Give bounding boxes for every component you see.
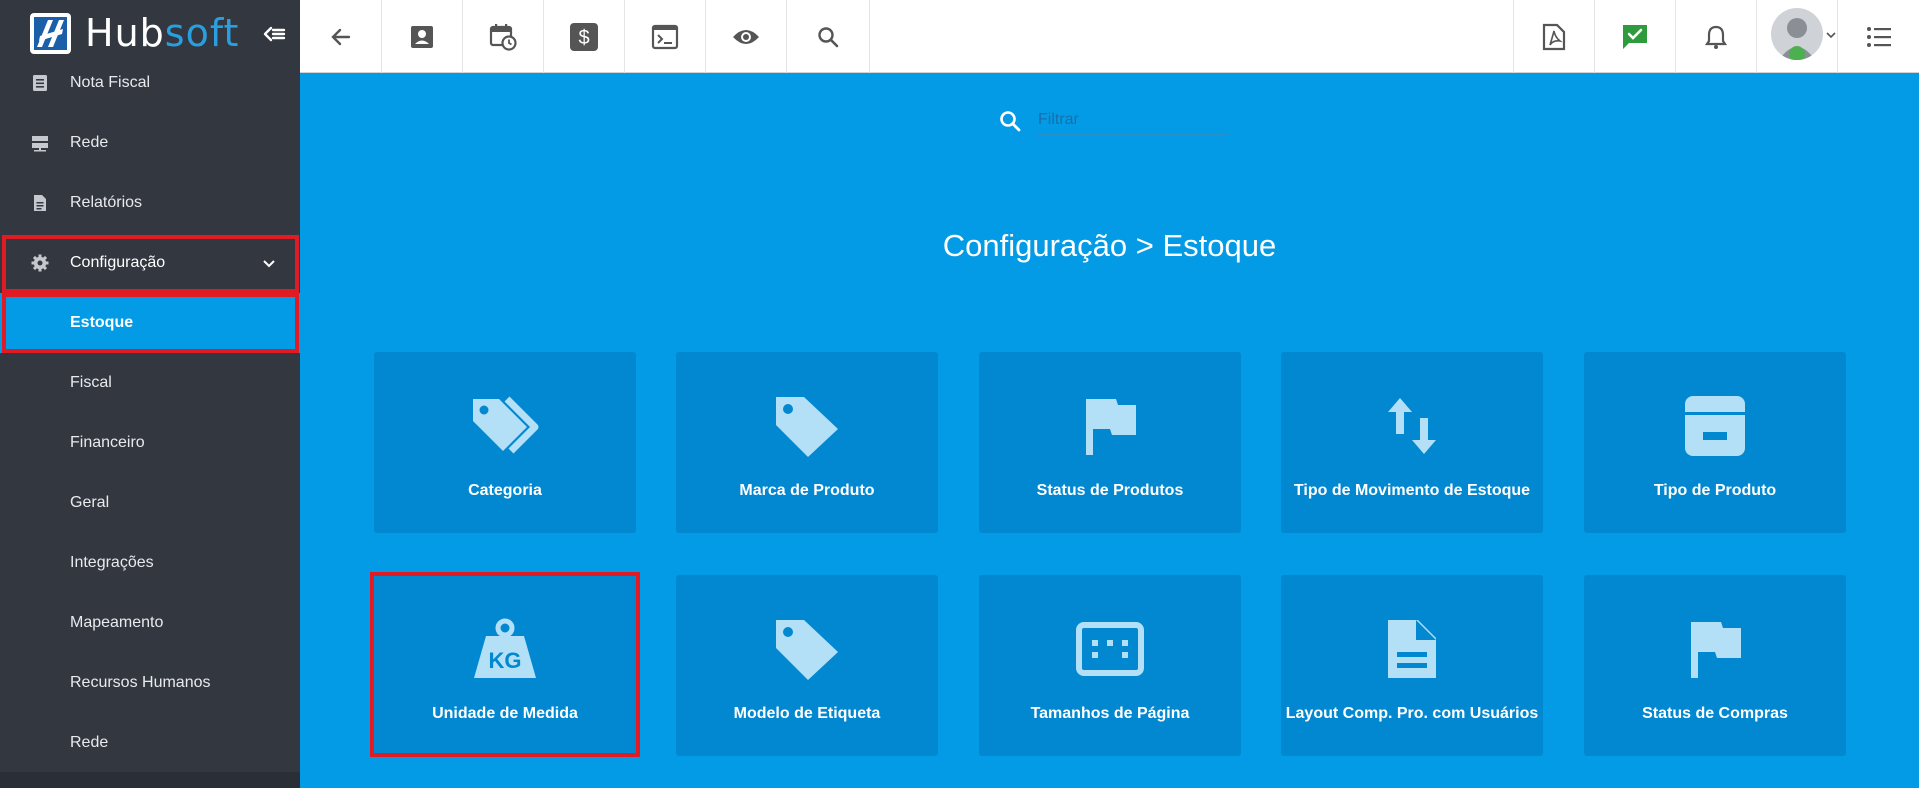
card-modelo-de-etiqueta[interactable]: Modelo de Etiqueta [676, 575, 938, 756]
sidebar-item-label: Estoque [70, 314, 134, 331]
eye-icon [733, 29, 759, 44]
sidebar-item-recursos-humanos[interactable]: Recursos Humanos [0, 653, 300, 713]
sidebar-item-label: Configuração [70, 254, 166, 271]
view-button[interactable] [706, 0, 787, 73]
card-label: Categoria [468, 482, 542, 499]
sidebar-item-label: Integrações [70, 554, 154, 571]
flag-icon [1691, 622, 1741, 678]
sidebar-item-nota-fiscal[interactable]: Nota Fiscal [0, 53, 300, 113]
sidebar-item-label: Nota Fiscal [70, 74, 151, 91]
archive-box-icon [1685, 396, 1745, 456]
back-arrow-icon [330, 28, 350, 45]
card-label: Tipo de Movimento de Estoque [1293, 482, 1531, 499]
pdf-icon [1542, 23, 1566, 50]
sidebar: Hubsoft Nota Fiscal Rede Relatórios Conf… [0, 0, 300, 788]
sidebar-item-mapeamento[interactable]: Mapeamento [0, 593, 300, 653]
search-icon [1000, 111, 1021, 132]
pdf-button[interactable] [1513, 0, 1594, 73]
card-label: Modelo de Etiqueta [733, 705, 881, 722]
card-layout-comp-pro-com-usuarios[interactable]: Layout Comp. Pro. com Usuários [1281, 575, 1543, 756]
messages-button[interactable] [1594, 0, 1675, 73]
file-document-icon [1388, 620, 1436, 678]
dollar-icon: $ [570, 22, 598, 51]
chat-check-icon [1623, 24, 1647, 49]
contacts-button[interactable] [382, 0, 463, 73]
brand-name: Hubsoft [85, 11, 240, 55]
sidebar-item-integracoes[interactable]: Integrações [0, 533, 300, 593]
main-menu-button[interactable] [1837, 0, 1919, 73]
kg-icon-text: KG [489, 648, 522, 673]
card-label: Tamanhos de Página [1030, 705, 1190, 722]
tag-icon [776, 397, 838, 457]
chevron-down-icon [263, 260, 275, 268]
card-tamanhos-de-pagina[interactable]: Tamanhos de Página [979, 575, 1241, 756]
report-icon [34, 195, 46, 211]
finance-button[interactable]: $ [544, 0, 625, 73]
sidebar-item-fiscal[interactable]: Fiscal [0, 353, 300, 413]
sidebar-item-label: Rede [70, 134, 109, 151]
card-tipo-de-movimento-de-estoque[interactable]: Tipo de Movimento de Estoque [1281, 352, 1543, 533]
sidebar-item-label: Relatórios [70, 194, 143, 211]
bell-icon [1704, 25, 1728, 49]
back-button[interactable] [300, 0, 382, 73]
sidebar-item-rede[interactable]: Rede [0, 113, 300, 173]
sidebar-item-label: Mapeamento [70, 614, 164, 631]
search-icon [818, 26, 839, 47]
sidebar-footer-strip [0, 772, 300, 788]
search-button[interactable] [787, 0, 870, 73]
filter-search [998, 103, 1228, 137]
terminal-icon [651, 24, 679, 49]
gear-icon [31, 254, 49, 272]
card-label: Status de Produtos [1036, 482, 1184, 499]
list-menu-icon [1866, 26, 1891, 47]
sidebar-item-geral[interactable]: Geral [0, 473, 300, 533]
filter-input[interactable] [1038, 105, 1228, 135]
server-icon [32, 136, 48, 152]
notifications-button[interactable] [1675, 0, 1756, 73]
tag-icon [776, 620, 838, 680]
chevron-down-icon [1826, 32, 1836, 39]
card-label: Layout Comp. Pro. com Usuários [1285, 705, 1539, 722]
collapse-sidebar-icon[interactable] [262, 22, 286, 46]
sidebar-item-rede-sub[interactable]: Rede [0, 713, 300, 773]
contact-card-icon [411, 25, 433, 48]
page-title: Configuração > Estoque [942, 228, 1277, 263]
card-label: Status de Compras [1642, 705, 1788, 722]
card-categoria[interactable]: Categoria [374, 352, 636, 533]
card-status-de-produtos[interactable]: Status de Produtos [979, 352, 1241, 533]
tags-icon [473, 396, 539, 454]
flag-icon [1086, 399, 1136, 455]
sidebar-item-label: Geral [70, 494, 110, 511]
svg-text:$: $ [578, 27, 589, 49]
sidebar-item-financeiro[interactable]: Financeiro [0, 413, 300, 473]
card-label: Tipo de Produto [1653, 482, 1777, 499]
card-tipo-de-produto[interactable]: Tipo de Produto [1584, 352, 1846, 533]
swap-vertical-icon [1388, 398, 1436, 454]
card-unidade-de-medida[interactable]: KG Unidade de Medida [374, 575, 636, 756]
sidebar-item-estoque[interactable]: Estoque [0, 293, 300, 353]
terminal-button[interactable] [625, 0, 706, 73]
sidebar-item-label: Financeiro [70, 434, 145, 451]
card-status-de-compras[interactable]: Status de Compras [1584, 575, 1846, 756]
topbar: $ [300, 0, 1919, 73]
page-size-icon [1076, 622, 1144, 676]
sidebar-item-label: Fiscal [70, 374, 112, 391]
sidebar-item-configuracao[interactable]: Configuração [0, 233, 300, 293]
schedule-button[interactable] [463, 0, 544, 73]
card-marca-de-produto[interactable]: Marca de Produto [676, 352, 938, 533]
calendar-clock-icon [489, 23, 517, 51]
user-menu-button[interactable] [1756, 0, 1837, 73]
weight-kg-icon: KG [474, 618, 536, 678]
card-label: Marca de Produto [739, 482, 875, 499]
avatar [1771, 8, 1823, 60]
card-label: Unidade de Medida [432, 705, 578, 722]
sidebar-item-label: Recursos Humanos [70, 674, 211, 691]
sidebar-item-relatorios[interactable]: Relatórios [0, 173, 300, 233]
sidebar-item-label: Rede [70, 734, 109, 751]
hubsoft-logo [30, 13, 71, 54]
document-icon [33, 75, 47, 91]
